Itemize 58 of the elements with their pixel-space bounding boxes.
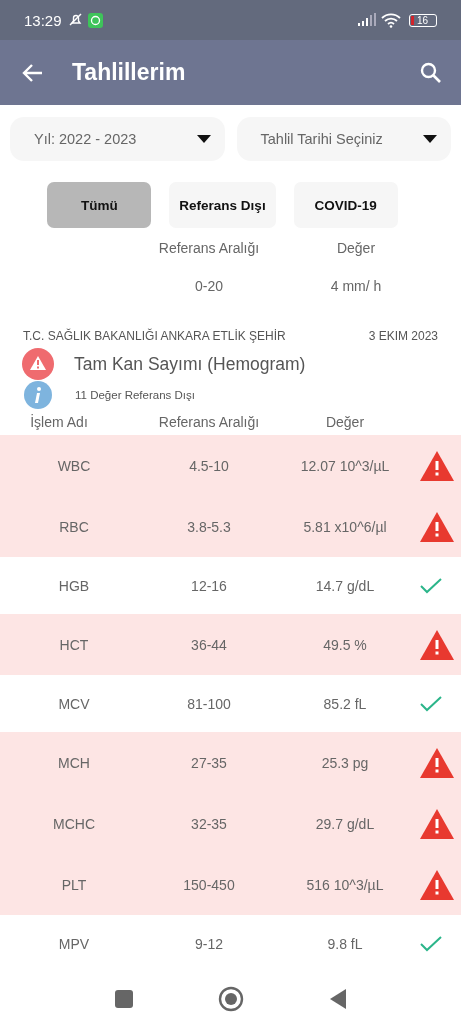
column-header: Referans Aralığı	[157, 414, 261, 430]
table-cell-text: 12.07 10^3/µL	[299, 457, 391, 474]
home-button[interactable]	[217, 986, 244, 1012]
filter-button[interactable]: COVID-19	[293, 182, 398, 228]
filter-button[interactable]: Referans Dışı	[169, 182, 276, 228]
muted-bell-icon	[67, 12, 84, 28]
column-header: Referans Aralığı	[157, 240, 261, 256]
column-header: Değer	[324, 414, 366, 430]
table-cell-text: 9-12	[194, 935, 224, 952]
test-title: Tam Kan Sayımı (Hemogram)	[74, 353, 306, 375]
search-icon[interactable]	[419, 60, 443, 85]
table-cell-text: HCT	[58, 636, 90, 653]
table-cell-text: HGB	[57, 577, 91, 594]
column-header: İşlem Adı	[29, 414, 89, 430]
table-cell-text: RBC	[58, 518, 90, 535]
back-arrow-icon[interactable]	[22, 61, 44, 84]
institution-name: T.C. SAĞLIK BAKANLIĞI ANKARA ETLİK ŞEHİR	[23, 329, 286, 343]
table-cell-text: 5.81 x10^6/µl	[302, 518, 388, 535]
table-cell-text: 3.8-5.3	[186, 518, 232, 535]
table-cell-text: MPV	[57, 935, 91, 952]
battery-indicator: 16	[409, 13, 437, 27]
table-cell-text: WBC	[56, 457, 92, 474]
chat-app-icon	[87, 12, 103, 28]
table-cell-text: PLT	[60, 876, 88, 893]
table-cell-text: MCH	[57, 754, 91, 771]
clock: 13:29	[24, 11, 62, 29]
dropdown[interactable]: Yıl: 2022 - 2023	[10, 117, 225, 161]
wifi-icon	[381, 12, 401, 28]
table-cell-text: 25.3 pg	[320, 754, 370, 771]
table-cell-text: MCHC	[52, 815, 96, 832]
recents-button[interactable]	[113, 989, 134, 1009]
table-cell-text: 36-44	[190, 636, 228, 653]
signal-icon	[357, 13, 377, 27]
caret-icon	[196, 135, 211, 143]
table-cell-text: 4 mm/ h	[329, 278, 383, 294]
screen-title: Tahlillerim	[72, 59, 186, 86]
caret-icon	[423, 135, 437, 143]
table-cell-text: 0-20	[194, 278, 224, 294]
report-date: 3 EKIM 2023	[368, 329, 438, 343]
table-cell-text: 4.5-10	[188, 457, 230, 474]
filter-button[interactable]: Tümü	[47, 182, 152, 228]
info-icon	[24, 381, 52, 409]
dropdown[interactable]: Tahlil Tarihi Seçiniz	[236, 117, 451, 161]
table-cell-text: 12-16	[190, 577, 228, 594]
column-header: Değer	[335, 240, 377, 256]
warning-icon	[22, 348, 54, 380]
table-cell-text: MCV	[57, 695, 91, 712]
table-cell-text: 49.5 %	[322, 636, 368, 653]
table-cell-text: 27-35	[190, 754, 228, 771]
table-cell-text: 29.7 g/dL	[314, 815, 376, 832]
table-cell-text: 9.8 fL	[326, 935, 364, 952]
table-cell-text: 150-450	[182, 876, 236, 893]
table-cell-text: 516 10^3/µL	[305, 876, 385, 893]
table-cell-text: 32-35	[190, 815, 228, 832]
table-cell-text: 85.2 fL	[322, 695, 368, 712]
table-cell-text: 14.7 g/dL	[314, 577, 376, 594]
table-cell-text: 81-100	[186, 695, 232, 712]
summary-text: 11 Değer Referans Dışı	[75, 389, 195, 401]
